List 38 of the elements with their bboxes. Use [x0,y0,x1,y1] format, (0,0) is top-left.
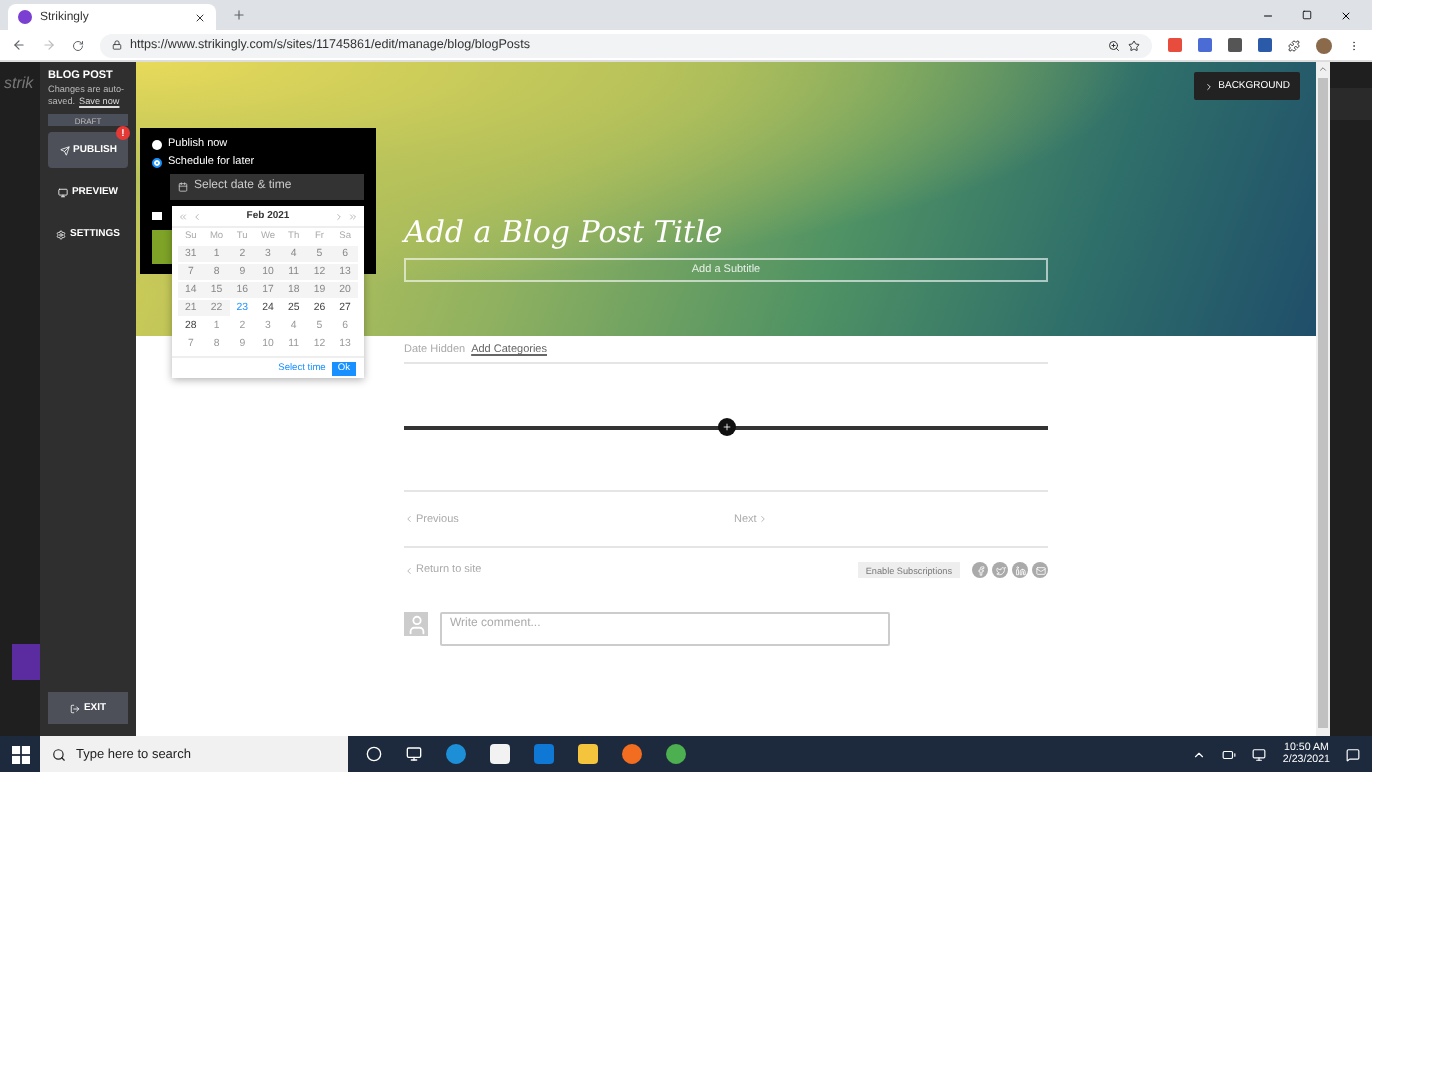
calendar-icon [178,181,188,192]
checkbox[interactable] [152,211,162,221]
chevron-icon [404,565,414,575]
paper-plane-icon [59,145,70,156]
plus-icon [721,422,731,432]
radio-icon[interactable] [152,139,162,149]
radio-icon[interactable] [152,157,162,167]
task-view-icon[interactable] [406,746,422,762]
chevron-icon [1204,81,1215,91]
lock-icon [112,40,122,50]
minimize-icon[interactable] [1262,9,1274,21]
avatar-icon [404,612,428,636]
close-icon[interactable] [1340,9,1352,21]
puzzle-icon[interactable] [1288,39,1300,51]
search-icon [52,747,66,761]
zoom-icon[interactable] [1108,39,1120,51]
chevron-icon [404,514,414,524]
close-icon[interactable] [194,11,206,23]
maximize-icon[interactable] [1302,10,1312,20]
windows-icon[interactable] [11,745,29,763]
scrollbar[interactable] [1316,62,1330,736]
chevron-icon [758,514,769,524]
add-button[interactable] [717,418,735,436]
exit-icon [69,703,80,713]
chevron-icon[interactable] [1192,747,1207,761]
star-icon[interactable] [1128,39,1140,51]
logo-text: strik [2,74,36,92]
settings-icon [55,229,66,240]
reload-icon[interactable] [72,39,84,51]
notification-icon[interactable] [1346,747,1360,761]
battery-icon[interactable] [1222,747,1237,761]
panel-fragment [12,644,40,680]
site-favicon-icon [18,10,32,24]
cortana-icon[interactable] [366,746,382,762]
post-title[interactable]: Add a Blog Post Title [404,214,1048,250]
back-icon[interactable] [12,38,26,52]
profile-avatar[interactable] [1316,37,1332,53]
monitor-icon [57,187,68,198]
